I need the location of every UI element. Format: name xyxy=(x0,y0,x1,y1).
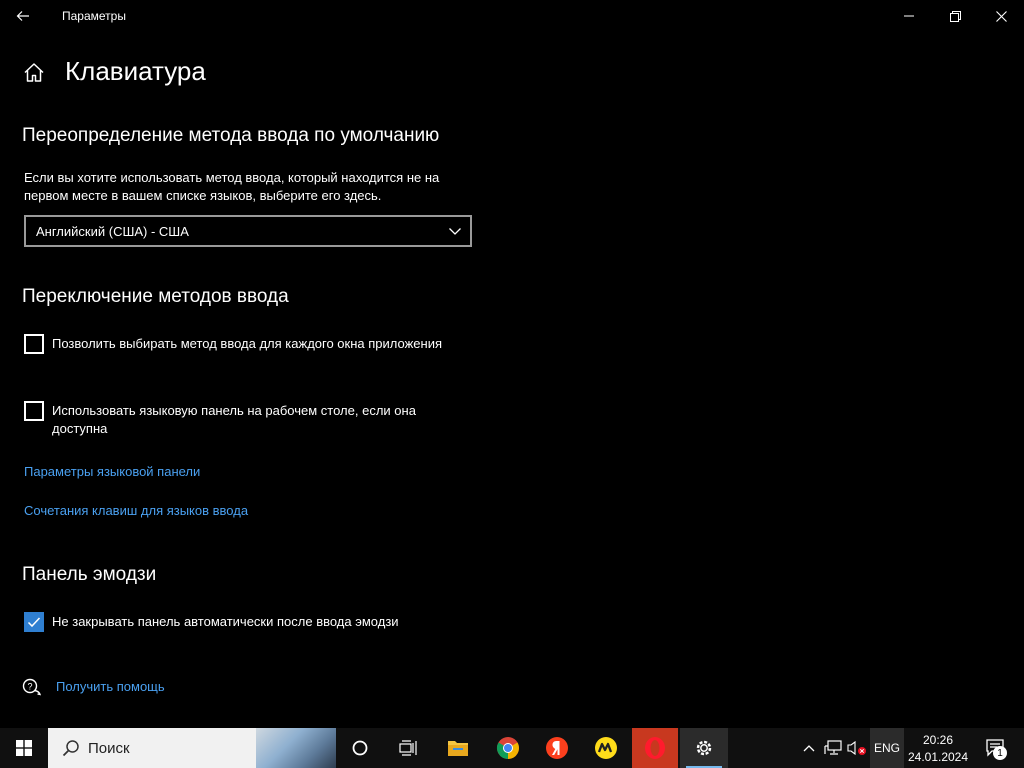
search-placeholder: Поиск xyxy=(88,739,130,757)
minimize-icon xyxy=(904,15,914,17)
volume-muted-icon xyxy=(847,740,866,756)
opera-button[interactable] xyxy=(632,728,678,768)
clock-time: 20:26 xyxy=(922,732,954,747)
back-arrow-icon xyxy=(16,11,29,21)
minimize-button[interactable] xyxy=(886,0,932,32)
dropdown-value: Английский (США) - США xyxy=(36,223,189,239)
restore-icon xyxy=(949,10,961,22)
language-bar-checkbox[interactable] xyxy=(24,401,44,421)
file-explorer-icon xyxy=(448,741,468,756)
get-help-link[interactable]: Получить помощь xyxy=(56,679,165,694)
volume-button[interactable] xyxy=(846,728,868,768)
checkmark-icon xyxy=(27,617,41,628)
home-button[interactable] xyxy=(22,61,46,85)
opera-icon xyxy=(645,737,665,759)
language-bar-label: Использовать языковую панель на рабочем … xyxy=(52,403,416,436)
search-icon xyxy=(62,740,79,757)
input-method-dropdown[interactable]: Английский (США) - США xyxy=(24,215,472,247)
emoji-keep-open-checkbox[interactable] xyxy=(24,612,44,632)
yandex-market-button[interactable] xyxy=(582,728,630,768)
action-center-button[interactable]: 1 xyxy=(976,728,1016,768)
emoji-heading: Панель эмодзи xyxy=(22,564,157,585)
chevron-down-icon xyxy=(449,228,461,235)
task-view-icon xyxy=(399,740,417,756)
emoji-keep-open-label: Не закрывать панель автоматически после … xyxy=(52,614,399,629)
window-title: Параметры xyxy=(62,9,126,23)
input-hotkeys-link[interactable]: Сочетания клавиш для языков ввода xyxy=(24,503,248,518)
chrome-button[interactable] xyxy=(484,728,532,768)
file-explorer-button[interactable] xyxy=(434,728,482,768)
help-chat-icon: ? xyxy=(22,678,42,698)
network-button[interactable] xyxy=(822,728,844,768)
settings-button[interactable] xyxy=(680,728,728,768)
per-app-input-checkbox[interactable] xyxy=(24,334,44,354)
taskbar-search[interactable]: Поиск xyxy=(48,728,336,768)
input-language: ENG xyxy=(873,741,900,755)
yandex-browser-button[interactable] xyxy=(533,728,581,768)
home-icon xyxy=(24,63,44,82)
notification-badge: 1 xyxy=(993,746,1007,760)
cortana-icon xyxy=(352,740,368,756)
override-description: Если вы хотите использовать метод ввода,… xyxy=(24,170,440,203)
svg-text:?: ? xyxy=(27,682,32,692)
clock-date: 24.01.2024 xyxy=(907,749,969,764)
task-view-button[interactable] xyxy=(384,728,432,768)
search-highlight-image xyxy=(256,728,336,768)
cortana-button[interactable] xyxy=(336,728,384,768)
restore-button[interactable] xyxy=(932,0,978,32)
page-title: Клавиатура xyxy=(65,56,206,86)
network-icon xyxy=(824,740,842,755)
show-hidden-icons-button[interactable] xyxy=(798,728,820,768)
per-app-input-label: Позволить выбирать метод ввода для каждо… xyxy=(52,336,442,351)
chrome-icon xyxy=(497,737,519,759)
start-button[interactable] xyxy=(0,728,48,768)
taskbar: Поиск ENG 20:26 24.01.2024 1 xyxy=(0,728,1024,768)
settings-icon xyxy=(696,740,712,756)
close-icon xyxy=(995,10,1007,22)
clock-button[interactable]: 20:26 24.01.2024 xyxy=(906,728,970,768)
language-bar-options-link[interactable]: Параметры языковой панели xyxy=(24,464,200,479)
chevron-up-icon xyxy=(803,745,815,752)
close-button[interactable] xyxy=(978,0,1024,32)
input-language-button[interactable]: ENG xyxy=(870,728,904,768)
yandex-browser-icon xyxy=(546,737,568,759)
switching-heading: Переключение методов ввода xyxy=(22,286,289,307)
yandex-market-icon xyxy=(595,737,617,759)
start-icon xyxy=(16,740,32,756)
back-button[interactable] xyxy=(0,0,46,32)
override-heading: Переопределение метода ввода по умолчани… xyxy=(22,125,440,146)
title-bar: Параметры xyxy=(0,0,1024,32)
